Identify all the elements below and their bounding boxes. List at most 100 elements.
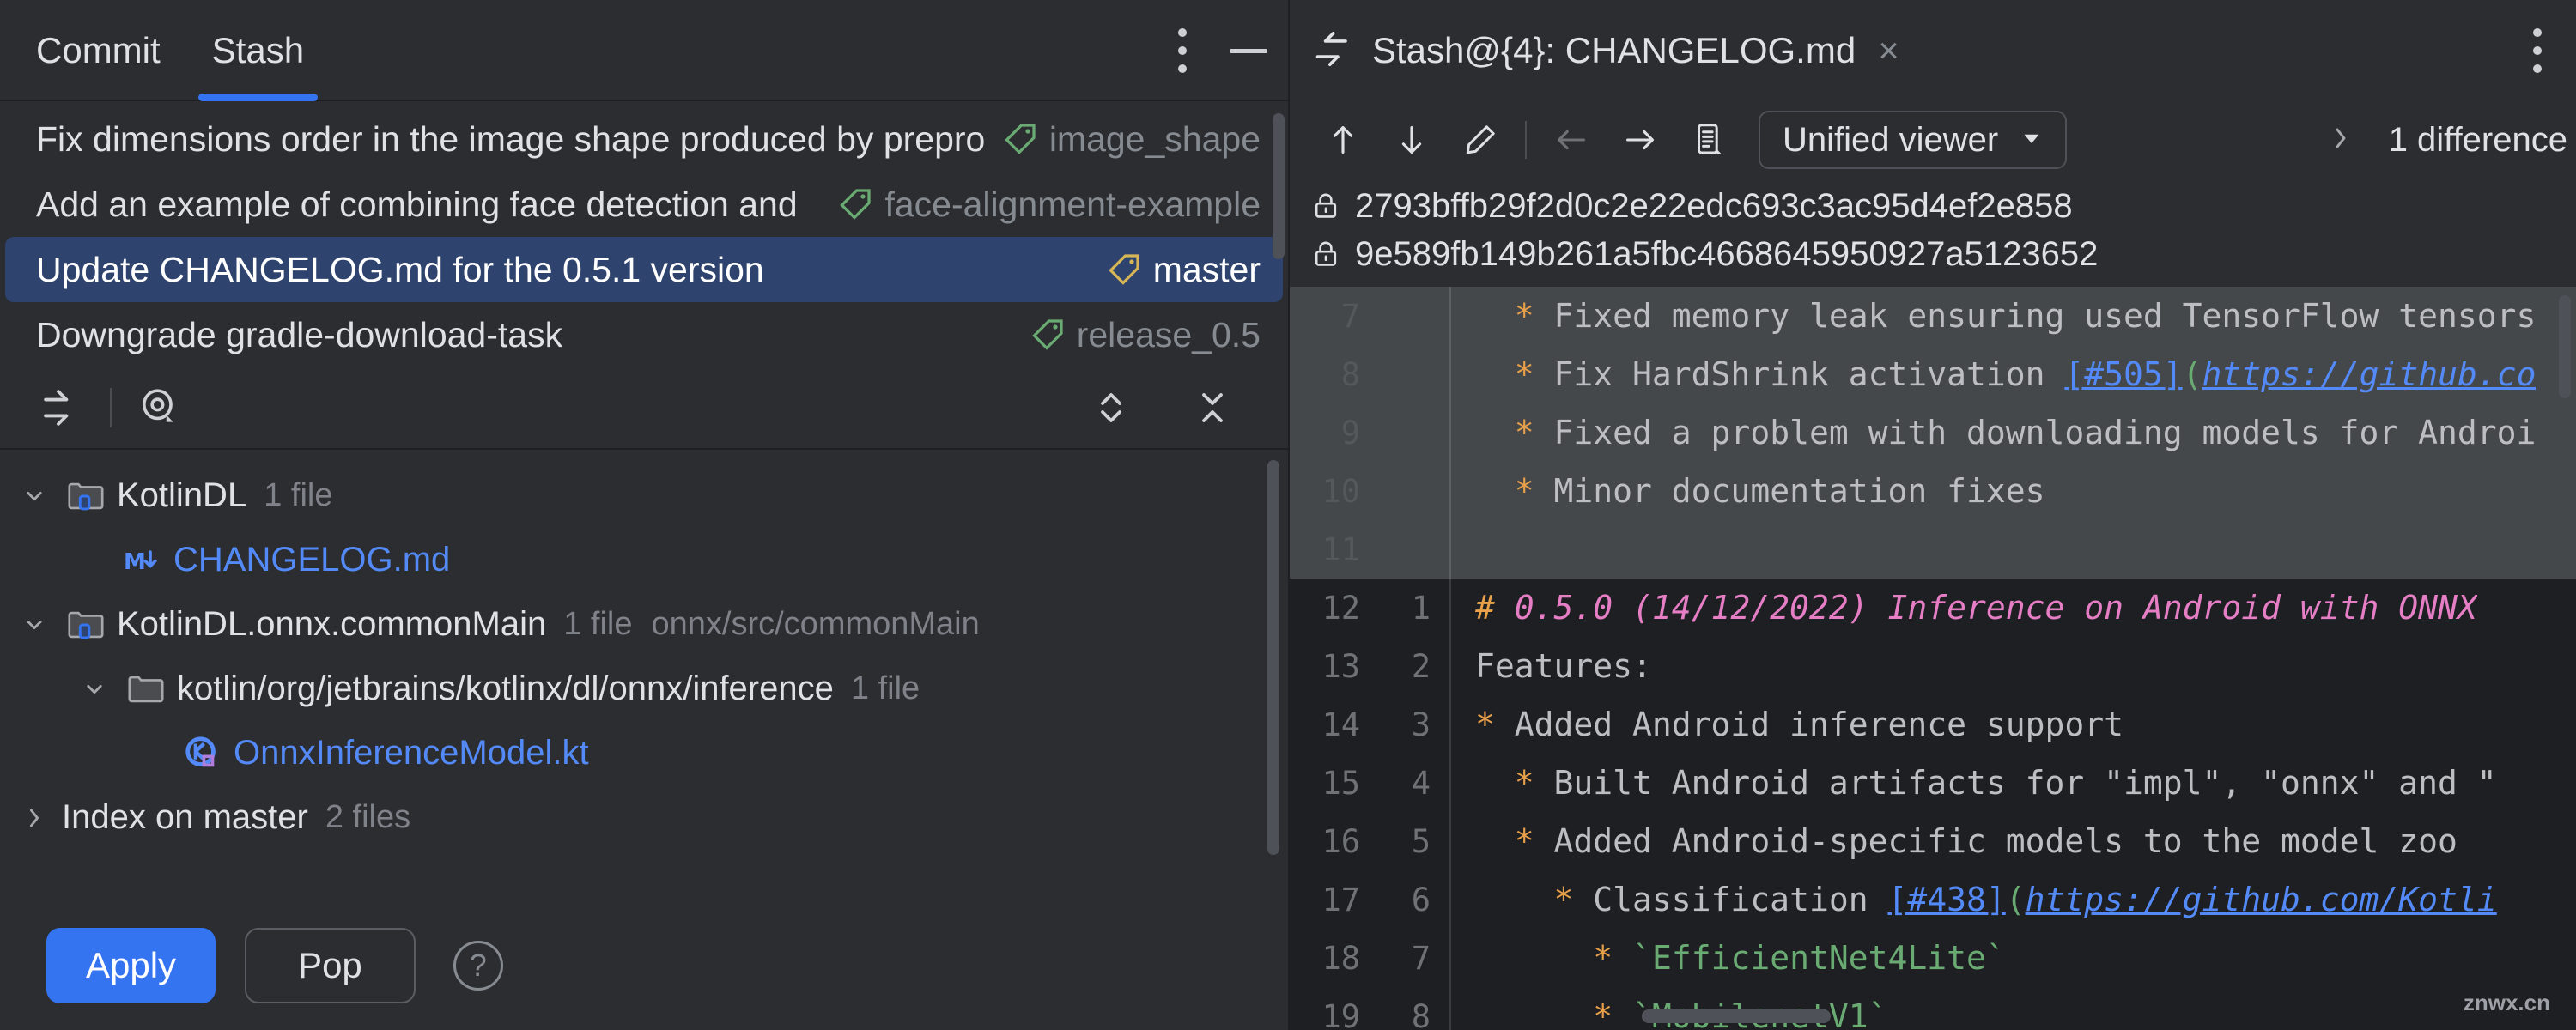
stash-list-scrollbar[interactable] — [1273, 113, 1285, 259]
stash-branch: face-alignment-example — [838, 185, 1279, 225]
tree-sub: 1 file — [563, 606, 633, 642]
tag-icon — [1108, 254, 1139, 285]
arrow-left-icon[interactable] — [1537, 106, 1606, 174]
diff-line-code: * Built Android artifacts for "impl", "o… — [1514, 764, 2497, 802]
diff-titlebar: Stash@{4}: CHANGELOG.md × — [1290, 0, 2576, 101]
close-icon[interactable]: × — [1878, 30, 1899, 71]
tree-sub: 1 file — [264, 477, 333, 513]
stash-list: Fix dimensions order in the image shape … — [0, 101, 1288, 367]
gutter-divider — [1449, 520, 1451, 579]
stash-panel: Commit Stash Fix dimensions order in the… — [0, 0, 1288, 1030]
diff-line-code: * Fixed a problem with downloading model… — [1514, 414, 2537, 451]
chevron-down-icon[interactable] — [7, 481, 62, 512]
diff-vertical-scrollbar[interactable] — [2559, 295, 2571, 398]
tree-row[interactable]: OnnxInferenceModel.kt — [0, 721, 1288, 785]
tree-row[interactable]: kotlin/org/jetbrains/kotlinx/dl/onnx/inf… — [0, 657, 1288, 721]
pencil-icon[interactable] — [1446, 106, 1515, 174]
line-number-old: 12 — [1321, 589, 1360, 627]
tree-path: onnx/src/commonMain — [651, 606, 980, 642]
line-number-new: 6 — [1411, 881, 1431, 918]
diff-line-code: * `EfficientNet4Lite` — [1593, 939, 2006, 977]
tab-commit[interactable]: Commit — [10, 0, 186, 101]
line-number-new: 1 — [1411, 589, 1431, 627]
line-number-new: 4 — [1411, 764, 1431, 802]
diff-line: 15 4 * Built Android artifacts for "impl"… — [1290, 754, 2576, 812]
collapse-all-icon[interactable] — [1176, 372, 1249, 444]
arrow-down-icon[interactable] — [1377, 106, 1446, 174]
eye-preview-icon[interactable] — [124, 372, 196, 444]
chevron-right-icon[interactable] — [2324, 121, 2358, 160]
stash-branch: image_shape — [1003, 119, 1279, 160]
tree-scrollbar[interactable] — [1267, 460, 1279, 855]
diff-horizontal-scrollbar[interactable] — [1642, 1009, 1831, 1023]
minimize-icon[interactable] — [1230, 48, 1267, 53]
tree-row[interactable]: Index on master 2 files — [0, 785, 1288, 850]
diff-line-code: * Fix HardShrink activation [#505](https… — [1514, 355, 2537, 393]
tab-stash[interactable]: Stash — [186, 0, 330, 101]
toolbar-separator — [110, 388, 112, 427]
chevron-right-icon[interactable] — [7, 803, 62, 833]
tree-label: CHANGELOG.md — [173, 541, 451, 579]
diff-line: 12 1 # 0.5.0 (14/12/2022) Inference on And… — [1290, 579, 2576, 637]
line-number-old: 17 — [1321, 881, 1360, 918]
tab-commit-label: Commit — [36, 30, 161, 70]
apply-button[interactable]: Apply — [46, 928, 216, 1003]
document-settings-icon[interactable] — [1674, 106, 1743, 174]
module-folder-icon — [62, 472, 110, 520]
diff-line: 10 * Minor documentation fixes — [1290, 462, 2576, 520]
diff-line: 18 7 * `EfficientNet4Lite` — [1290, 929, 2576, 987]
diff-line: 14 3 * Added Android inference support — [1290, 695, 2576, 754]
diff-line-code: Features: — [1475, 647, 1652, 685]
tag-icon — [840, 189, 872, 220]
pop-button[interactable]: Pop — [245, 928, 416, 1003]
arrow-right-icon[interactable] — [1606, 106, 1674, 174]
arrow-up-icon[interactable] — [1309, 106, 1377, 174]
stash-branch-label: master — [1152, 249, 1261, 289]
chevron-down-icon[interactable] — [7, 609, 62, 640]
expand-collapse-icon[interactable] — [1075, 372, 1147, 444]
tab-stash-label: Stash — [211, 30, 305, 70]
stash-footer: Apply Pop ? — [0, 901, 1288, 1030]
help-icon[interactable]: ? — [453, 941, 503, 991]
chevron-down-icon[interactable] — [67, 674, 122, 705]
stash-list-item[interactable]: Add an example of combining face detecti… — [5, 172, 1283, 237]
stash-message: Add an example of combining face detecti… — [36, 184, 798, 224]
tree-toolbar-right — [1075, 372, 1249, 444]
line-number-new: 3 — [1411, 706, 1431, 743]
diff-title: Stash@{4}: CHANGELOG.md — [1372, 30, 1856, 70]
line-number-old: 10 — [1321, 472, 1360, 510]
line-number-new: 8 — [1411, 997, 1431, 1030]
diff-more-options-icon[interactable] — [2533, 28, 2542, 73]
tree-row[interactable]: M CHANGELOG.md — [0, 528, 1288, 592]
stash-list-item[interactable]: Downgrade gradle-download-task release_0… — [5, 302, 1283, 367]
stash-list-item[interactable]: Fix dimensions order in the image shape … — [5, 106, 1283, 172]
tree-label: Index on master — [62, 798, 308, 836]
tree-label: kotlin/org/jetbrains/kotlinx/dl/onnx/inf… — [177, 670, 834, 707]
more-options-icon[interactable] — [1178, 28, 1187, 73]
commit-hash: 2793bffb29f2d0c2e22edc693c3ac95d4ef2e858 — [1355, 186, 2073, 225]
stash-branch-label: image_shape — [1048, 118, 1261, 159]
stash-arrow-icon[interactable] — [26, 372, 98, 444]
tree-label: OnnxInferenceModel.kt — [234, 734, 589, 772]
viewer-mode-label: Unified viewer — [1783, 120, 1999, 159]
toolbar-separator — [1525, 121, 1527, 159]
stash-branch-label: face-alignment-example — [884, 184, 1261, 224]
tree-sub: 2 files — [325, 799, 411, 835]
stash-branch-label: release_0.5 — [1076, 314, 1261, 354]
line-number-new: 5 — [1411, 822, 1431, 860]
kotlin-file-icon — [179, 730, 227, 778]
diff-toolbar-right: 1 difference — [2324, 121, 2576, 160]
watermark: znwx.cn — [2463, 990, 2550, 1015]
tree-sub: 1 file — [850, 670, 920, 706]
line-number-old: 9 — [1340, 414, 1360, 451]
tree-toolbar — [0, 367, 1288, 450]
tree-row[interactable]: KotlinDL.onnx.commonMain 1 file onnx/src… — [0, 592, 1288, 657]
tree-row[interactable]: KotlinDL 1 file — [0, 464, 1288, 528]
line-number-new: 2 — [1411, 647, 1431, 685]
viewer-mode-select[interactable]: Unified viewer — [1759, 111, 2068, 169]
stash-branch: release_0.5 — [1030, 315, 1279, 355]
stash-message: Update CHANGELOG.md for the 0.5.1 versio… — [36, 249, 764, 289]
diff-viewer[interactable]: 7 * Fixed memory leak ensuring used Tens… — [1290, 287, 2576, 1030]
diff-line-code: * Added Android inference support — [1475, 706, 2123, 743]
stash-list-item-selected[interactable]: Update CHANGELOG.md for the 0.5.1 versio… — [5, 237, 1283, 302]
